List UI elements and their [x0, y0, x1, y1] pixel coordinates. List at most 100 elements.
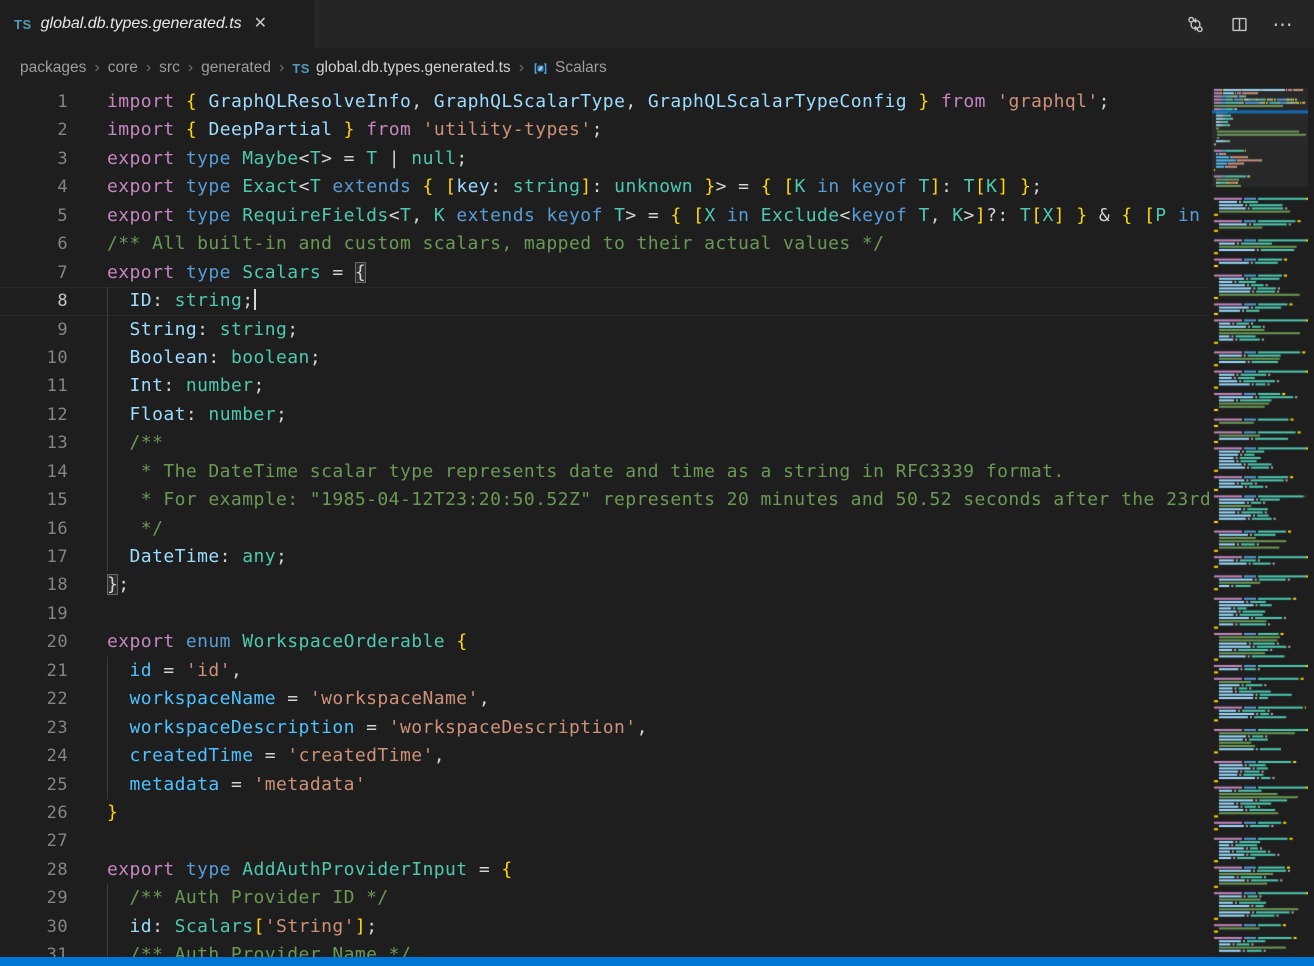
close-tab-icon[interactable]: ✕ — [254, 16, 267, 32]
code-line[interactable]: 5export type RequireFields<T, K extends … — [0, 202, 1209, 230]
line-content: ID: string; — [107, 287, 256, 315]
code-line[interactable]: 28 export type AddAuthProviderInput = { — [0, 856, 1209, 884]
line-number: 23 — [0, 714, 68, 742]
line-number: 26 — [0, 799, 68, 827]
line-number: 27 — [0, 827, 68, 855]
code-line[interactable]: 16 */ — [0, 515, 1209, 543]
code-line[interactable]: 23 workspaceDescription = 'workspaceDesc… — [0, 714, 1209, 742]
code-line[interactable]: 24 createdTime = 'createdTime', — [0, 742, 1209, 770]
open-changes-button[interactable] — [1180, 9, 1210, 39]
status-bar-accent — [0, 957, 1314, 966]
line-number: 6 — [0, 230, 68, 258]
code-line[interactable]: 25 metadata = 'metadata' — [0, 771, 1209, 799]
line-content: import { DeepPartial } from 'utility-typ… — [107, 116, 603, 144]
line-content: String: string; — [107, 316, 299, 344]
editor-tab[interactable]: TS global.db.types.generated.ts ✕ — [0, 0, 314, 48]
code-line[interactable]: 19 — [0, 600, 1209, 628]
line-content: import { GraphQLResolveInfo, GraphQLScal… — [107, 88, 1110, 116]
code-line[interactable]: 20 export enum WorkspaceOrderable { — [0, 628, 1209, 656]
line-number: 28 — [0, 856, 68, 884]
split-editor-icon — [1230, 15, 1249, 34]
line-number: 21 — [0, 657, 68, 685]
more-actions-button[interactable]: ⋯ — [1268, 9, 1298, 39]
code-line[interactable]: 1 import { GraphQLResolveInfo, GraphQLSca… — [0, 88, 1209, 116]
line-number: 11 — [0, 372, 68, 400]
line-number: 7 — [0, 259, 68, 287]
code-editor[interactable]: 1 import { GraphQLResolveInfo, GraphQLSca… — [0, 88, 1209, 966]
code-line[interactable]: 18}; — [0, 571, 1209, 599]
line-number: 1 — [0, 88, 68, 116]
line-content: export type Maybe<T> = T | null; — [107, 145, 468, 173]
breadcrumb-item-file[interactable]: TS global.db.types.generated.ts — [292, 59, 510, 77]
code-line[interactable]: 21 id = 'id', — [0, 657, 1209, 685]
breadcrumb-item-core[interactable]: core — [108, 59, 138, 77]
breadcrumb-item-generated[interactable]: generated — [201, 59, 271, 77]
line-content: * For example: "1985-04-12T23:20:50.52Z"… — [107, 486, 1209, 514]
code-line[interactable]: 10 Boolean: boolean; — [0, 344, 1209, 372]
breadcrumb-item-symbol-scalars[interactable]: Scalars — [532, 59, 607, 77]
editor-actions: ⋯ — [1180, 0, 1314, 48]
breadcrumb-item-packages[interactable]: packages — [20, 59, 86, 77]
minimap[interactable] — [1212, 88, 1308, 957]
breadcrumb-separator: › — [146, 59, 151, 77]
code-line[interactable]: 22 workspaceName = 'workspaceName', — [0, 685, 1209, 713]
line-number: 9 — [0, 316, 68, 344]
code-line[interactable]: 15 * For example: "1985-04-12T23:20:50.5… — [0, 486, 1209, 514]
breadcrumb-separator: › — [94, 59, 99, 77]
code-line[interactable]: 3 export type Maybe<T> = T | null; — [0, 145, 1209, 173]
line-content: export type Scalars = { — [107, 259, 366, 287]
code-line[interactable]: 26} — [0, 799, 1209, 827]
line-number: 22 — [0, 685, 68, 713]
code-line[interactable]: 29 /** Auth Provider ID */ — [0, 884, 1209, 912]
tab-bar: TS global.db.types.generated.ts ✕ — [0, 0, 1314, 48]
line-content: /** All built-in and custom scalars, map… — [107, 230, 884, 258]
breadcrumb-separator: › — [519, 59, 524, 77]
line-number: 2 — [0, 116, 68, 144]
line-number: 10 — [0, 344, 68, 372]
code-line[interactable]: 30 id: Scalars['String']; — [0, 913, 1209, 941]
line-number: 20 — [0, 628, 68, 656]
breadcrumb-separator: › — [188, 59, 193, 77]
typescript-file-icon: TS — [292, 61, 310, 76]
split-editor-button[interactable] — [1224, 9, 1254, 39]
line-content: * The DateTime scalar type represents da… — [107, 458, 1065, 486]
code-line[interactable]: 9 String: string; — [0, 316, 1209, 344]
code-line[interactable]: 27 — [0, 827, 1209, 855]
line-number: 13 — [0, 429, 68, 457]
line-content: Int: number; — [107, 372, 265, 400]
open-changes-icon — [1186, 15, 1205, 34]
line-number: 4 — [0, 173, 68, 201]
minimap-canvas — [1212, 88, 1308, 957]
line-number: 12 — [0, 401, 68, 429]
line-number: 8 — [0, 287, 68, 315]
code-line[interactable]: 11 Int: number; — [0, 372, 1209, 400]
more-actions-icon: ⋯ — [1273, 12, 1294, 37]
line-content: export type AddAuthProviderInput = { — [107, 856, 513, 884]
code-line[interactable]: 12 Float: number; — [0, 401, 1209, 429]
line-content: */ — [107, 515, 163, 543]
line-number: 17 — [0, 543, 68, 571]
line-content: createdTime = 'createdTime', — [107, 742, 445, 770]
line-number: 15 — [0, 486, 68, 514]
line-number: 18 — [0, 571, 68, 599]
code-line[interactable]: 4export type Exact<T extends { [key: str… — [0, 173, 1209, 201]
code-line[interactable]: 6 /** All built-in and custom scalars, ma… — [0, 230, 1209, 258]
vscode-window: TS global.db.types.generated.ts ✕ — [0, 0, 1314, 966]
line-content: } — [107, 799, 118, 827]
line-content: Float: number; — [107, 401, 287, 429]
line-content: workspaceName = 'workspaceName', — [107, 685, 490, 713]
line-number: 24 — [0, 742, 68, 770]
line-number: 3 — [0, 145, 68, 173]
line-number: 30 — [0, 913, 68, 941]
code-line[interactable]: 8 ID: string; — [0, 287, 1209, 315]
line-content: Boolean: boolean; — [107, 344, 321, 372]
code-line[interactable]: 17 DateTime: any; — [0, 543, 1209, 571]
code-line[interactable]: 7 export type Scalars = { — [0, 259, 1209, 287]
line-content: export enum WorkspaceOrderable { — [107, 628, 468, 656]
breadcrumb-item-src[interactable]: src — [159, 59, 180, 77]
code-line[interactable]: 2 import { DeepPartial } from 'utility-ty… — [0, 116, 1209, 144]
code-line[interactable]: 13 /** — [0, 429, 1209, 457]
line-content: metadata = 'metadata' — [107, 771, 366, 799]
code-line[interactable]: 14 * The DateTime scalar type represents… — [0, 458, 1209, 486]
line-number: 14 — [0, 458, 68, 486]
